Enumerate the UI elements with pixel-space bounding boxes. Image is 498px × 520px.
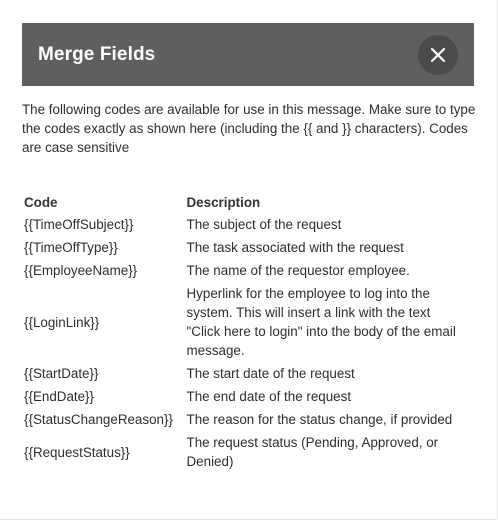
table-row: {{EndDate}} The end date of the request <box>24 385 474 408</box>
merge-description: The task associated with the request <box>186 240 404 255</box>
merge-code: {{EndDate}} <box>24 389 95 404</box>
merge-code: {{RequestStatus}} <box>24 444 130 460</box>
merge-description: The request status (Pending, Approved, o… <box>186 435 439 469</box>
table-row: {{TimeOffType}} The task associated with… <box>24 236 474 259</box>
table-row: {{TimeOffSubject}} The subject of the re… <box>24 213 474 236</box>
table-row: {{LoginLink}} Hyperlink for the employee… <box>24 282 474 362</box>
merge-description: The start date of the request <box>186 366 355 381</box>
close-icon <box>430 47 446 63</box>
close-button[interactable] <box>418 35 458 75</box>
merge-fields-dialog: Merge Fields The following codes are ava… <box>0 0 498 520</box>
merge-code: {{StartDate}} <box>24 366 99 381</box>
merge-description: Hyperlink for the employee to log into t… <box>186 286 456 358</box>
table-row: {{RequestStatus}} The request status (Pe… <box>24 431 474 473</box>
column-header-code: Code <box>24 195 58 210</box>
merge-code: {{EmployeeName}} <box>24 263 138 278</box>
table-row: {{StatusChangeReason}} The reason for th… <box>24 408 474 431</box>
merge-code: {{TimeOffSubject}} <box>24 217 134 232</box>
column-header-description: Description <box>186 195 261 210</box>
table-row: {{EmployeeName}} The name of the request… <box>24 259 474 282</box>
intro-text: The following codes are available for us… <box>22 102 476 155</box>
table-row: {{StartDate}} The start date of the requ… <box>24 362 474 385</box>
merge-description: The reason for the status change, if pro… <box>186 412 453 427</box>
merge-description: The subject of the request <box>186 217 342 232</box>
merge-code: {{StatusChangeReason}} <box>24 412 173 427</box>
dialog-title: Merge Fields <box>38 43 156 65</box>
table-header-row: Code Description <box>24 193 474 213</box>
dialog-header: Merge Fields <box>22 23 474 86</box>
merge-description: The end date of the request <box>186 389 352 404</box>
merge-code: {{TimeOffType}} <box>24 240 118 255</box>
merge-description: The name of the requestor employee. <box>186 263 410 278</box>
merge-code: {{LoginLink}} <box>24 314 100 330</box>
merge-fields-table: Code Description {{TimeOffSubject}} The … <box>24 193 474 473</box>
